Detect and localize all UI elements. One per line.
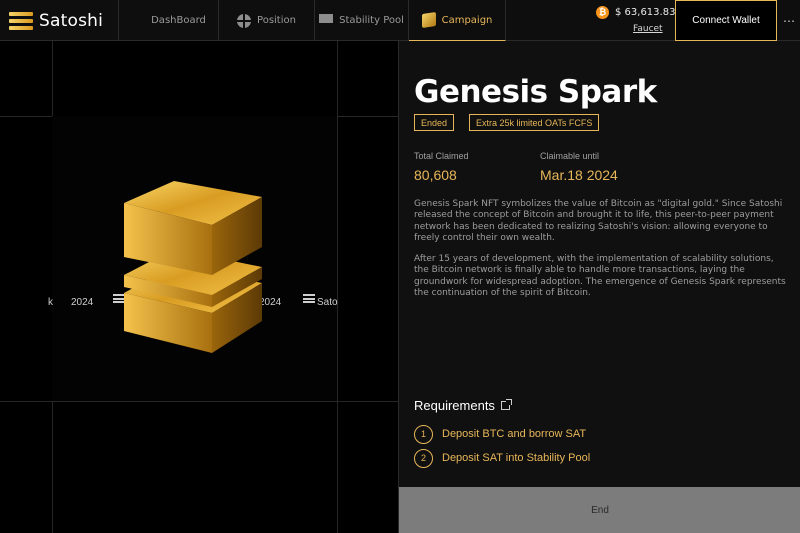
nav-dashboard[interactable]: DashBoard <box>119 0 219 41</box>
campaign-description-2: After 15 years of development, with the … <box>414 254 786 298</box>
brand-name: Satoshi <box>39 10 104 31</box>
stability-pool-icon <box>319 13 334 28</box>
campaign-description-1: Genesis Spark NFT symbolizes the value o… <box>414 199 783 243</box>
total-claimed-value: 80,608 <box>414 167 457 183</box>
btc-price-value: $ 63,613.83 <box>615 7 676 18</box>
total-claimed-label: Total Claimed <box>414 151 469 161</box>
dashboard-icon <box>131 14 145 28</box>
grid-line <box>0 401 398 402</box>
campaign-details-panel: Genesis Spark Ended Extra 25k limited OA… <box>398 41 800 533</box>
gold-cube-nft-image <box>124 181 262 353</box>
ticker-logo-icon <box>303 294 315 303</box>
claimable-until-label: Claimable until <box>540 151 600 161</box>
requirement-item[interactable]: 1 Deposit BTC and borrow SAT <box>414 424 586 444</box>
requirement-number: 2 <box>414 448 433 468</box>
nav-campaign[interactable]: Campaign <box>409 0 506 41</box>
top-nav-bar: Satoshi DashBoard Position Stability Poo… <box>0 0 800 41</box>
bitcoin-icon: ₿ <box>596 6 609 19</box>
nav-stability-pool-label: Stability Pool <box>339 15 404 26</box>
requirements-title: Requirements <box>414 398 495 413</box>
grid-line <box>337 41 338 533</box>
satoshi-logo-icon <box>9 11 33 30</box>
nav-stability-pool[interactable]: Stability Pool <box>315 0 409 41</box>
btc-price: ₿ $ 63,613.83 <box>596 6 675 19</box>
claimable-until-value: Mar.18 2024 <box>540 167 618 183</box>
connect-wallet-button[interactable]: Connect Wallet <box>675 0 777 41</box>
brand-logo[interactable]: Satoshi <box>0 0 119 41</box>
nft-artwork-panel: k 2024 2024 Sato <box>0 41 398 533</box>
campaign-title: Genesis Spark <box>414 74 657 110</box>
nav-position-label: Position <box>257 15 296 26</box>
nav-campaign-label: Campaign <box>441 14 493 26</box>
requirement-item[interactable]: 2 Deposit SAT into Stability Pool <box>414 448 590 468</box>
campaign-icon <box>421 12 436 28</box>
requirement-number: 1 <box>414 424 433 444</box>
requirement-text: Deposit SAT into Stability Pool <box>442 452 591 464</box>
requirements-heading[interactable]: Requirements <box>414 398 512 413</box>
nav-position[interactable]: Position <box>219 0 315 41</box>
nav-dashboard-label: DashBoard <box>151 15 206 26</box>
ticker-brand-text: Sato <box>317 297 338 308</box>
ticker-year-left: 2024 <box>71 297 94 308</box>
faucet-link[interactable]: Faucet <box>633 24 663 34</box>
end-button[interactable]: End <box>399 487 800 533</box>
position-icon <box>237 13 252 28</box>
more-menu-icon[interactable]: ⋯ <box>783 14 795 28</box>
requirement-text: Deposit BTC and borrow SAT <box>442 428 587 440</box>
status-badge: Ended <box>414 114 455 131</box>
ticker-edge-text: k <box>48 297 53 308</box>
external-link-icon[interactable] <box>500 399 512 410</box>
bonus-badge: Extra 25k limited OATs FCFS <box>469 114 600 131</box>
